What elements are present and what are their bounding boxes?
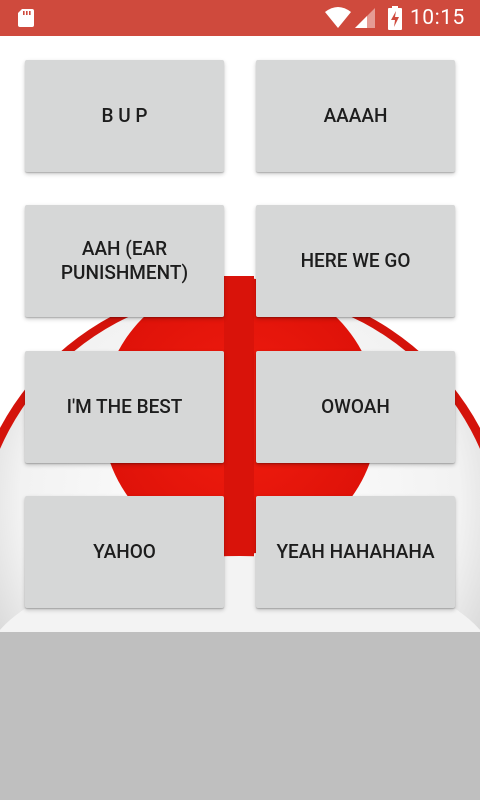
sound-button-aah-ear-punishment[interactable]: AAH (EAR PUNISHMENT) <box>25 205 224 317</box>
empty-bottom-area <box>0 632 480 800</box>
button-label: OWOAH <box>321 395 390 418</box>
button-label: YAHOO <box>93 540 156 563</box>
button-label: AAAAH <box>323 104 388 127</box>
button-label: HERE WE GO <box>300 249 411 272</box>
sound-button-owoah[interactable]: OWOAH <box>256 351 455 463</box>
sound-button-im-the-best[interactable]: I'M THE BEST <box>25 351 224 463</box>
signal-icon <box>355 8 375 28</box>
button-label: I'M THE BEST <box>66 395 183 418</box>
sound-button-aaaah[interactable]: AAAAH <box>256 60 455 172</box>
sound-button-yeah-hahahaha[interactable]: YEAH HAHAHAHA <box>256 496 455 608</box>
status-bar: 10:15 <box>0 0 480 36</box>
button-label: AAH (EAR PUNISHMENT) <box>60 237 189 284</box>
sound-button-yahoo[interactable]: YAHOO <box>25 496 224 608</box>
sd-card-icon <box>18 9 34 27</box>
wifi-icon <box>325 7 351 28</box>
battery-charging-icon <box>388 6 402 30</box>
status-time: 10:15 <box>410 6 465 30</box>
sound-button-here-we-go[interactable]: HERE WE GO <box>256 205 455 317</box>
sound-button-bup[interactable]: B U P <box>25 60 224 172</box>
button-label: B U P <box>101 104 148 127</box>
soundboard-area: B U P AAAAH AAH (EAR PUNISHMENT) HERE WE… <box>0 36 480 632</box>
button-label: YEAH HAHAHAHA <box>276 540 435 563</box>
